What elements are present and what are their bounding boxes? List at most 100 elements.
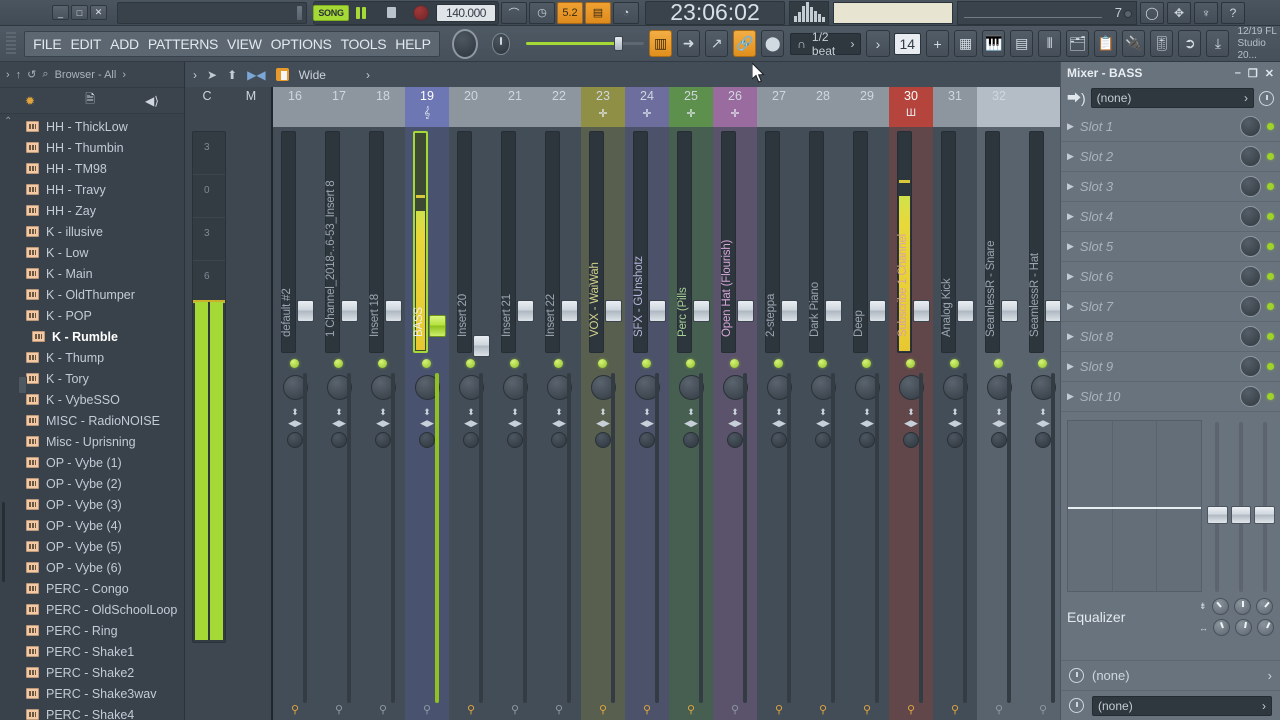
- strip-bottom-controls[interactable]: ⚲◷: [713, 703, 757, 720]
- view-mode-icon[interactable]: [275, 68, 289, 81]
- effect-slot[interactable]: ▶ Slot 10: [1061, 382, 1280, 412]
- strip-enable-led[interactable]: [730, 359, 739, 368]
- piano-roll-button[interactable]: ➜: [677, 30, 701, 57]
- close-icon[interactable]: ✕: [1265, 67, 1274, 80]
- chevron-right-icon-4[interactable]: ›: [1262, 699, 1266, 713]
- mixer-strip[interactable]: 25✛Perc (Pills⬍◀▶⚲◷⌃: [669, 87, 713, 720]
- strip-volume-fader[interactable]: [737, 300, 754, 322]
- browser-item[interactable]: HH - ThickLow: [0, 116, 184, 137]
- mixer-strip[interactable]: 31Analog Kick⬍◀▶⚲◷⌃: [933, 87, 977, 720]
- mixer-strip[interactable]: 32SeamlessR - Snare⬍◀▶⚲◷⌃: [977, 87, 1021, 720]
- leftright-arrow-icon[interactable]: ◀▶: [814, 418, 832, 429]
- mixer-strip[interactable]: 26✛Open Hat (Flourish)⬍◀▶⚲◷⌃: [713, 87, 757, 720]
- effect-slot-enable-led[interactable]: [1267, 123, 1274, 130]
- chevron-right-icon[interactable]: ▶: [1067, 241, 1074, 252]
- save-button[interactable]: ⤓: [1206, 30, 1230, 57]
- strip-enable-led[interactable]: [378, 359, 387, 368]
- mixer-strip-header[interactable]: 18: [361, 87, 405, 127]
- strip-bottom-controls[interactable]: ⚲◷: [449, 703, 493, 720]
- strip-record-arm-icon[interactable]: ⚲: [581, 703, 625, 719]
- strip-record-arm-icon[interactable]: ⚲: [273, 703, 317, 719]
- strip-route-arrows[interactable]: ⬍ ◀▶: [638, 407, 656, 429]
- help-icon[interactable]: ?: [1221, 1, 1245, 24]
- effect-slot-mix-knob[interactable]: [1240, 356, 1261, 377]
- strip-route-arrows[interactable]: ⬍ ◀▶: [550, 407, 568, 429]
- clock-icon-2[interactable]: [1069, 668, 1084, 683]
- strip-enable-led[interactable]: [598, 359, 607, 368]
- updown-arrow-icon[interactable]: ⬍: [946, 407, 964, 418]
- updown-arrow-icon[interactable]: ⬍: [550, 407, 568, 418]
- browser-item[interactable]: HH - Thumbin: [0, 137, 184, 158]
- browser-item[interactable]: MISC - RadioNOISE: [0, 410, 184, 431]
- chevron-right-icon[interactable]: ▶: [1067, 121, 1074, 132]
- strip-bottom-controls[interactable]: ⚲◷: [757, 703, 801, 720]
- strip-enable-led[interactable]: [774, 359, 783, 368]
- magnet-button[interactable]: ⬤: [761, 30, 785, 57]
- strip-volume-fader[interactable]: [561, 300, 578, 322]
- route-in-icon[interactable]: ⮕): [1067, 88, 1086, 108]
- effect-slot[interactable]: ▶ Slot 8: [1061, 322, 1280, 352]
- strip-enable-led[interactable]: [334, 359, 343, 368]
- mixer-strip[interactable]: 22Insert 22⬍◀▶⚲◷⌃: [537, 87, 581, 720]
- effect-slot-mix-knob[interactable]: [1240, 206, 1261, 227]
- strip-route-arrows[interactable]: ⬍ ◀▶: [286, 407, 304, 429]
- move-tool-icon[interactable]: ✥: [1167, 1, 1191, 24]
- search-icon[interactable]: ⌕: [42, 68, 48, 81]
- effect-slot-enable-led[interactable]: [1267, 303, 1274, 310]
- browser-item[interactable]: K - Rumble: [0, 326, 184, 347]
- snap-next-button[interactable]: ›: [866, 30, 890, 57]
- mixer-strip[interactable]: 171 Channel_2018-..6-53_Insert 8⬍◀▶⚲◷⌃: [317, 87, 361, 720]
- updown-arrow-icon[interactable]: ⬍: [594, 407, 612, 418]
- updown-arrow-icon[interactable]: ⬍: [726, 407, 744, 418]
- mixer-view-mode-label[interactable]: Wide: [299, 68, 326, 82]
- chevron-right-icon[interactable]: ▶: [1067, 151, 1074, 162]
- leftright-arrow-icon[interactable]: ◀▶: [946, 418, 964, 429]
- eq-gain-low-knob[interactable]: [1211, 598, 1229, 615]
- updown-arrow-icon[interactable]: ⬍: [1034, 407, 1052, 418]
- leftright-arrow-icon[interactable]: ◀▶: [726, 418, 744, 429]
- effect-slot-mix-knob[interactable]: [1240, 326, 1261, 347]
- leftright-arrow-icon[interactable]: ◀▶: [374, 418, 392, 429]
- strip-enable-led[interactable]: [554, 359, 563, 368]
- mixer-strip-header[interactable]: 25 ✛: [669, 87, 713, 127]
- copy-icon[interactable]: 🗎: [85, 90, 95, 111]
- strip-bottom-controls[interactable]: ⚲◷: [493, 703, 537, 720]
- strip-fader-track[interactable]: [435, 373, 439, 703]
- chevron-right-icon[interactable]: ›: [850, 37, 854, 51]
- effect-slot-mix-knob[interactable]: [1240, 176, 1261, 197]
- browser-item[interactable]: HH - TM98: [0, 158, 184, 179]
- time-display[interactable]: 23:06:02: [645, 0, 785, 25]
- leftright-arrow-icon[interactable]: ◀▶: [858, 418, 876, 429]
- chevron-right-icon[interactable]: ›: [1244, 91, 1248, 105]
- browser-item[interactable]: PERC - OldSchoolLoop: [0, 599, 184, 620]
- strip-record-arm-icon[interactable]: ⚲: [625, 703, 669, 719]
- updown-arrow-icon[interactable]: ⬍: [902, 407, 920, 418]
- upload-icon[interactable]: ⬆: [227, 68, 237, 82]
- effect-slot-mix-knob[interactable]: [1240, 116, 1261, 137]
- updown-arrow-icon[interactable]: ⬍: [638, 407, 656, 418]
- chevron-right-icon[interactable]: ▶: [1067, 361, 1074, 372]
- strip-volume-fader[interactable]: [781, 300, 798, 322]
- updown-arrow-icon[interactable]: ⬍: [374, 407, 392, 418]
- strip-route-arrows[interactable]: ⬍ ◀▶: [946, 407, 964, 429]
- pattern-dropdown-icon[interactable]: [1124, 9, 1132, 18]
- strip-record-arm-icon[interactable]: ⚲: [669, 703, 713, 719]
- effect-slot[interactable]: ▶ Slot 1: [1061, 112, 1280, 142]
- strip-volume-fader[interactable]: [341, 300, 358, 322]
- effect-slot-enable-led[interactable]: [1267, 243, 1274, 250]
- effect-slot-mix-knob[interactable]: [1240, 236, 1261, 257]
- mixer-strip-header[interactable]: 26 ✛: [713, 87, 757, 127]
- strip-fader-track[interactable]: [875, 373, 879, 703]
- strip-fader-track[interactable]: [567, 373, 571, 703]
- close-button[interactable]: ✕: [90, 5, 107, 20]
- mixer-strip-header[interactable]: 29: [845, 87, 889, 127]
- browser-scrollbar[interactable]: [2, 502, 5, 582]
- strip-fader-track[interactable]: [611, 373, 615, 703]
- strip-fader-track[interactable]: [831, 373, 835, 703]
- mixer-strip[interactable]: 272-steppa⬍◀▶⚲◷⌃: [757, 87, 801, 720]
- channel-rack-button[interactable]: ▤: [1010, 30, 1034, 57]
- mixer-strip[interactable]: 30ШSubscribe 1 Channel⬍◀▶⚲◷⌃: [889, 87, 933, 720]
- mixer-strip-header[interactable]: 28: [801, 87, 845, 127]
- mixer-strip[interactable]: 29Deep⬍◀▶⚲◷⌃: [845, 87, 889, 720]
- leftright-arrow-icon[interactable]: ◀▶: [550, 418, 568, 429]
